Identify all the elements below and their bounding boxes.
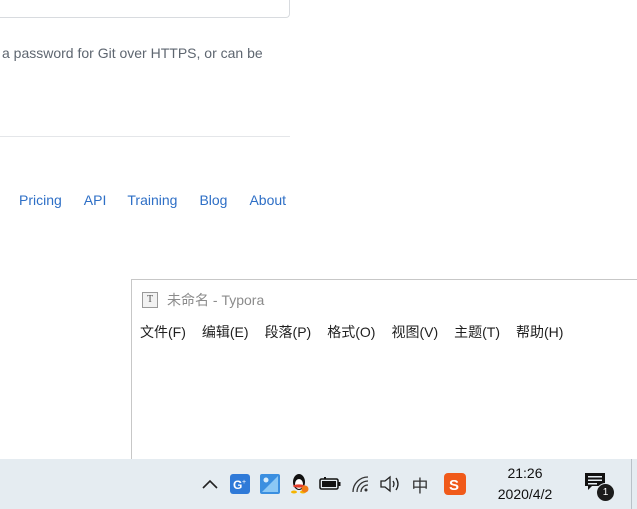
action-center-button[interactable]: 1 bbox=[584, 472, 615, 502]
menu-format[interactable]: 格式(O) bbox=[327, 322, 375, 342]
chevron-up-icon[interactable] bbox=[199, 473, 221, 495]
sogou-icon[interactable]: S bbox=[444, 473, 466, 495]
footer-link-pricing[interactable]: Pricing bbox=[19, 192, 62, 208]
divider bbox=[0, 136, 290, 137]
app-blue-icon[interactable] bbox=[259, 473, 281, 495]
menu-bar: 文件(F) 编辑(E) 段落(P) 格式(O) 视图(V) 主题(T) 帮助(H… bbox=[140, 322, 579, 342]
input-box-edge bbox=[0, 0, 290, 18]
clock-time: 21:26 bbox=[507, 465, 543, 481]
menu-paragraph[interactable]: 段落(P) bbox=[265, 322, 312, 342]
window-title-bar[interactable]: T 未命名 - Typora bbox=[142, 290, 264, 310]
show-desktop-edge[interactable] bbox=[631, 459, 632, 509]
footer-link-blog[interactable]: Blog bbox=[199, 192, 227, 208]
notification-count-badge: 1 bbox=[596, 483, 615, 502]
footer-links: Pricing API Training Blog About bbox=[19, 192, 308, 208]
footer-link-about[interactable]: About bbox=[249, 192, 286, 208]
menu-edit[interactable]: 编辑(E) bbox=[202, 322, 249, 342]
typora-window[interactable]: T 未命名 - Typora 文件(F) 编辑(E) 段落(P) 格式(O) 视… bbox=[131, 279, 637, 466]
footer-link-training[interactable]: Training bbox=[127, 192, 177, 208]
menu-view[interactable]: 视图(V) bbox=[391, 322, 438, 342]
volume-icon[interactable] bbox=[379, 473, 401, 495]
window-title: 未命名 - Typora bbox=[167, 292, 265, 308]
footer-link-api[interactable]: API bbox=[84, 192, 107, 208]
menu-help[interactable]: 帮助(H) bbox=[516, 322, 563, 342]
qq-icon[interactable] bbox=[289, 473, 311, 495]
svg-text:S: S bbox=[449, 477, 459, 494]
clock-date: 2020/4/2 bbox=[497, 486, 553, 502]
taskbar: G + 中 S 21:26 2020/4/2 1 bbox=[0, 459, 637, 509]
system-clock[interactable]: 21:26 2020/4/2 bbox=[486, 463, 564, 505]
ime-icon[interactable]: 中 bbox=[409, 473, 431, 496]
svg-text:+: + bbox=[242, 479, 246, 486]
menu-theme[interactable]: 主题(T) bbox=[454, 322, 500, 342]
wifi-icon[interactable] bbox=[350, 473, 372, 495]
g-plus-icon[interactable]: G + bbox=[229, 473, 251, 495]
svg-text:G: G bbox=[233, 478, 242, 492]
description-text: a password for Git over HTTPS, or can be bbox=[2, 45, 263, 61]
menu-file[interactable]: 文件(F) bbox=[140, 322, 186, 342]
battery-icon[interactable] bbox=[319, 473, 341, 495]
typora-app-icon: T bbox=[142, 292, 158, 308]
